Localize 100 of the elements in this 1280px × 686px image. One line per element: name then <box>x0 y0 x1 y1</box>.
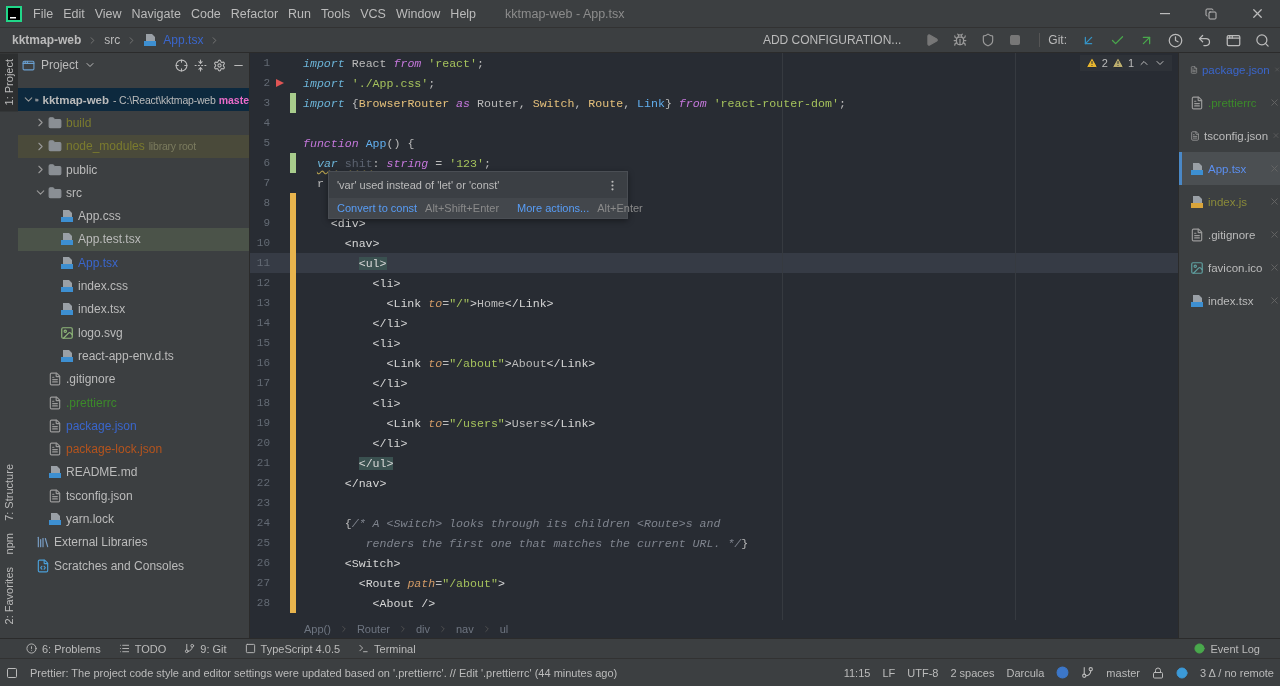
file-name: index.tsx <box>1208 294 1255 307</box>
breadcrumb-item[interactable]: nav <box>456 623 474 635</box>
search-icon[interactable] <box>1255 32 1270 48</box>
settings-icon[interactable] <box>213 58 226 72</box>
tree-row[interactable]: App.css <box>18 204 249 228</box>
clock-icon[interactable] <box>1168 32 1183 48</box>
breadcrumb-item[interactable]: src <box>104 33 121 47</box>
tool-window-button[interactable]: 6: Problems <box>26 642 101 655</box>
event-log-button[interactable]: Event Log <box>1194 642 1260 655</box>
action-link[interactable]: Convert to const <box>337 202 418 214</box>
file-name: index.js <box>1208 195 1248 208</box>
code-text: <Link to="/about">About</Link> <box>385 356 596 370</box>
menu-item[interactable]: VCS <box>355 6 391 21</box>
menu-item[interactable]: Help <box>445 6 482 21</box>
problems-icon <box>26 643 37 654</box>
file-icon <box>60 255 74 270</box>
tree-row[interactable]: App.test.tsx <box>18 227 249 252</box>
tree-row[interactable]: index.css <box>18 274 249 298</box>
line-number: 22 <box>255 477 270 489</box>
tree-row[interactable]: Scratches and Consoles <box>18 553 249 578</box>
tree-row[interactable]: public <box>18 157 249 182</box>
branch-icon <box>184 643 196 654</box>
config-file-icon <box>1190 95 1204 110</box>
tool-window-tab[interactable]: 1: Project <box>0 53 18 112</box>
tree-row[interactable]: index.tsx <box>18 297 249 321</box>
menu-item[interactable]: Window <box>390 6 446 21</box>
breadcrumb-item[interactable]: div <box>415 623 430 635</box>
file-name: index.css <box>78 279 129 293</box>
tree-row[interactable]: tsconfig.json <box>18 484 249 508</box>
panel-title[interactable]: Project <box>41 58 79 72</box>
stop-icon[interactable] <box>1009 34 1022 46</box>
window-title: kktmap-web - App.tsx <box>505 6 625 21</box>
menu-item[interactable]: Refactor <box>225 6 284 21</box>
close-icon[interactable] <box>1269 262 1280 273</box>
file-encoding[interactable]: UTF-8 <box>907 666 939 679</box>
tool-window-button[interactable]: TODO <box>118 642 167 655</box>
tool-window-button[interactable]: TypeScript 4.0.5 <box>244 642 341 655</box>
tree-row[interactable]: README.md <box>18 460 249 485</box>
tool-window-tab[interactable]: 7: Structure <box>0 458 18 528</box>
collapse-icon[interactable] <box>194 58 207 72</box>
tool-window-button[interactable]: Terminal <box>358 642 416 655</box>
file-name: src <box>66 185 82 200</box>
breadcrumb-item[interactable]: App() <box>304 623 331 635</box>
line-number: 18 <box>255 397 270 409</box>
menu-item[interactable]: Run <box>283 6 316 21</box>
file-name: .prettierrc <box>66 395 117 410</box>
tree-row[interactable]: src <box>18 181 249 205</box>
tree-row[interactable]: .gitignore <box>18 367 249 391</box>
git-changes[interactable]: 3 Δ / no remote <box>1200 666 1274 679</box>
line-separator[interactable]: LF <box>882 666 896 679</box>
close-icon[interactable] <box>1269 196 1280 207</box>
file-name: .gitignore <box>1208 228 1257 241</box>
file-icon <box>48 512 62 526</box>
panel-toggle-icon[interactable] <box>6 666 18 679</box>
status-message: Prettier: The project code style and editor settings were updated based on '.prettierrc'. // Edit '.prettierrc' (44 minutes ago) <box>30 666 619 679</box>
menu-item[interactable]: Navigate <box>126 6 186 21</box>
tree-row[interactable]: react-app-env.d.ts <box>18 344 249 368</box>
tool-window-tab[interactable]: npm <box>0 527 18 561</box>
tool-window-button[interactable]: 9: Git <box>184 642 227 655</box>
breadcrumb-item[interactable]: Router <box>356 623 390 635</box>
tool-window-tab[interactable]: 2: Favorites <box>0 560 18 630</box>
locate-icon[interactable] <box>175 58 188 72</box>
theme-name[interactable]: Darcula <box>1006 666 1045 679</box>
warning-icon <box>1111 57 1124 69</box>
breadcrumb-item[interactable]: ul <box>499 623 509 635</box>
code-text: import {BrowserRouter as Router, Switch, Route, Link} from 'react-router-dom'; <box>303 96 846 110</box>
close-icon[interactable] <box>1269 97 1280 108</box>
breadcrumb-item[interactable]: kktmap-web <box>12 33 82 47</box>
lock-icon[interactable] <box>1152 666 1164 679</box>
file-name: package-lock.json <box>66 442 163 457</box>
run-icon[interactable] <box>925 33 940 47</box>
debug-icon[interactable] <box>953 33 968 47</box>
action-link[interactable]: More actions... <box>517 202 590 214</box>
tree-row[interactable]: logo.svg <box>18 320 249 345</box>
code-text: <li> <box>371 396 401 410</box>
image-file-icon <box>60 325 74 340</box>
code-text: <About /> <box>371 596 436 610</box>
undo-icon[interactable] <box>1197 32 1212 48</box>
tree-row[interactable]: External Libraries <box>18 530 249 554</box>
menu-item[interactable]: Code <box>185 6 226 21</box>
tree-row[interactable]: kktmap-web - C:\React\kktmap-web maste <box>18 88 249 112</box>
project-icon <box>22 58 35 72</box>
tree-row[interactable]: yarn.lock <box>18 507 249 531</box>
close-icon[interactable] <box>1269 229 1280 240</box>
menu-item[interactable]: File <box>28 6 59 21</box>
git-branch[interactable]: master <box>1106 666 1140 679</box>
config-file-icon <box>48 395 62 410</box>
code-text: </li> <box>371 376 408 390</box>
shield-icon[interactable] <box>981 33 996 47</box>
inspection-widget[interactable]: 2 1 <box>1079 55 1172 71</box>
menu-item[interactable]: Tools <box>316 6 356 21</box>
config-file-icon <box>48 488 62 503</box>
window-icon[interactable] <box>1226 32 1241 48</box>
file-icon <box>143 33 158 47</box>
caret-position[interactable]: 11:15 <box>843 666 871 679</box>
menu-item[interactable]: View <box>89 6 127 21</box>
add-configuration-button[interactable]: ADD CONFIGURATION... <box>756 32 908 48</box>
menu-item[interactable]: Edit <box>58 6 90 21</box>
indent-setting[interactable]: 2 spaces <box>950 666 995 679</box>
close-icon[interactable] <box>1269 295 1280 306</box>
